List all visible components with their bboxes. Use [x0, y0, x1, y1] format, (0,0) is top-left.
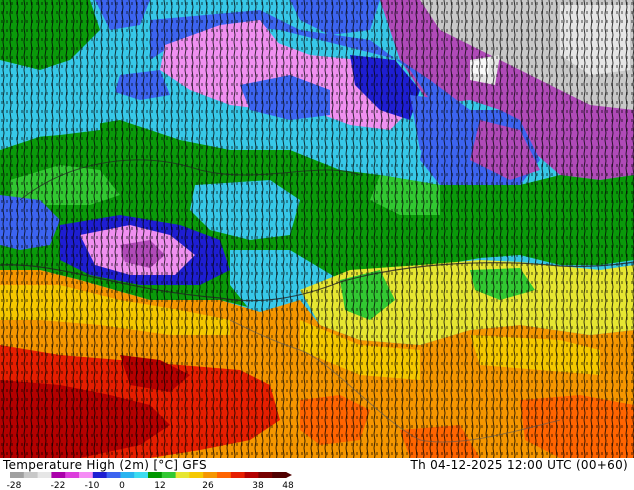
colorbar-swatch: [148, 472, 163, 478]
colorbar-swatch: [120, 472, 135, 478]
colorbar-swatch: [175, 472, 190, 478]
colorbar-swatch: [23, 472, 39, 478]
colorbar-swatch: [258, 472, 273, 478]
colorbar-tick-label: 12: [154, 481, 165, 490]
colorbar-tick-label: -10: [85, 481, 100, 490]
colorbar-swatch: [230, 472, 246, 478]
colorbar-swatch: [10, 472, 25, 478]
map-datetime: Th 04-12-2025 12:00 UTC (00+60): [410, 458, 628, 472]
colorbar-swatch: [203, 472, 218, 478]
colorbar-swatch: [106, 472, 121, 478]
colorbar-tick-label: 26: [202, 481, 214, 490]
colorbar-tick-label: -22: [51, 481, 66, 490]
colorbar-swatch: [244, 472, 259, 478]
colorbar-swatch: [272, 472, 287, 478]
colorbar-swatch: [51, 472, 66, 478]
colorbar-swatch: [189, 472, 204, 478]
colorbar-swatch: [161, 472, 177, 478]
colorbar-tick-label: 48: [282, 481, 294, 490]
colorbar-tick-label: 38: [252, 481, 264, 490]
footer: Temperature High (2m) [°C] GFS Th 04-12-…: [0, 458, 634, 490]
colorbar-swatch: [79, 472, 94, 478]
colorbar-swatch: [92, 472, 108, 478]
colorbar-tick-label: -28: [7, 481, 22, 490]
colorbar-arrow: [286, 472, 292, 478]
map-title: Temperature High (2m) [°C] GFS: [3, 458, 207, 472]
colorbar-swatch: [37, 472, 52, 478]
colorbar-swatch: [65, 472, 80, 478]
colorbar-tick-label: 0: [119, 481, 125, 490]
colorbar-swatch: [134, 472, 149, 478]
colorbar: -28 -22 -10 0 12 26 38 48: [7, 472, 294, 490]
colorbar-swatch: [217, 472, 232, 478]
temperature-map: [0, 0, 634, 458]
